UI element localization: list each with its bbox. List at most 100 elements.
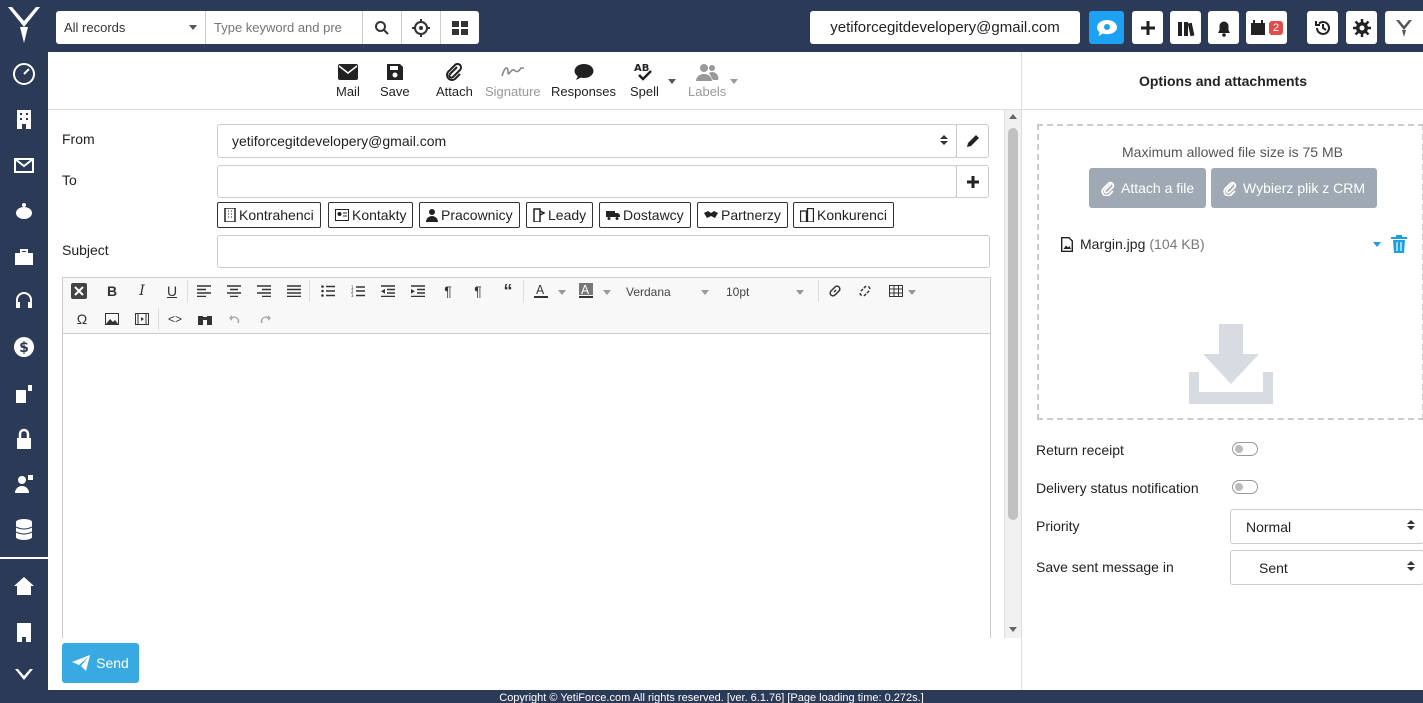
piggy-bank-icon[interactable] [0,191,48,231]
insert-media-button[interactable] [129,308,155,330]
bold-button[interactable]: B [99,280,125,302]
editor-toolbar: B I U 123 ¶ ¶ “ A A Verdana 10pt Ω <> [63,278,990,334]
table-button[interactable] [883,280,909,302]
responses-button[interactable]: Responses [551,60,616,99]
justify-button[interactable] [281,280,307,302]
scrollbar-thumb[interactable] [1008,128,1018,520]
reminders-button[interactable]: 2 [1246,11,1287,44]
save-button[interactable]: Save [380,60,410,99]
search-scope-select[interactable]: All records [56,11,206,44]
related-button-pracownicy[interactable]: Pracownicy [419,202,520,228]
blockquote-button[interactable]: “ [495,280,521,302]
underline-button[interactable]: U [159,280,185,302]
insert-image-button[interactable] [99,308,125,330]
undo-button[interactable] [222,308,248,330]
bullet-list-button[interactable] [315,280,341,302]
choose-crm-file-button[interactable]: Wybierz plik z CRM [1211,168,1377,208]
attach-file-button[interactable]: Attach a file [1089,168,1207,208]
redo-button[interactable] [252,308,278,330]
user-menu-button[interactable] [1385,11,1423,44]
indent-button[interactable] [405,280,431,302]
knowledge-base-button[interactable] [1170,11,1201,44]
database-icon[interactable] [0,509,48,549]
advanced-search-button[interactable] [401,11,440,44]
related-button-konkurenci[interactable]: Konkurenci [793,202,895,228]
return-receipt-toggle[interactable] [1232,442,1258,456]
quick-create-button[interactable] [1132,11,1163,44]
labels-button[interactable]: Labels [688,60,726,99]
notifications-button[interactable] [1208,11,1239,44]
settings-button[interactable] [1346,11,1377,44]
remove-format-button[interactable] [66,280,92,302]
contact-card-icon [335,209,349,221]
background-color-button[interactable]: A [573,280,599,302]
special-char-button[interactable]: Ω [69,308,95,330]
italic-button[interactable]: I [129,280,155,302]
priority-select[interactable]: Normal [1230,509,1423,544]
chat-button[interactable] [1089,11,1124,44]
form-scrollbar[interactable] [1004,110,1021,638]
align-right-button[interactable] [251,280,277,302]
related-button-leady[interactable]: Leady [526,202,594,228]
search-button[interactable] [362,11,401,44]
dashboard-icon[interactable] [0,54,48,94]
align-center-button[interactable] [221,280,247,302]
briefcase-icon[interactable] [0,237,48,277]
file-dropzone[interactable]: Maximum allowed file size is 75 MB Attac… [1037,124,1423,420]
source-code-button[interactable]: <> [162,308,188,330]
building-icon[interactable] [0,99,48,139]
save-sent-select[interactable]: Sent [1230,550,1423,585]
history-button[interactable] [1307,11,1338,44]
user-email-display[interactable]: yetiforcegitdevelopery@gmail.com [810,11,1080,44]
attachment-menu-icon[interactable] [1373,242,1381,247]
related-button-kontakty[interactable]: Kontakty [328,202,414,228]
editor-body[interactable] [63,334,990,638]
scroll-down-icon[interactable] [1009,627,1017,632]
numbered-list-button[interactable]: 123 [345,280,371,302]
find-replace-button[interactable] [192,308,218,330]
building-tools-icon[interactable] [0,373,48,413]
align-center-icon [227,285,241,297]
font-size-select[interactable]: 10pt [720,281,810,303]
ltr-button[interactable]: ¶ [435,280,461,302]
labels-dropdown[interactable] [730,79,738,84]
related-button-partnerzy[interactable]: Partnerzy [697,202,788,228]
chevron-down-icon [558,290,566,295]
search-input[interactable] [206,11,362,44]
headset-icon[interactable] [0,281,48,321]
chat-bubble-icon [1096,19,1117,36]
to-field[interactable] [217,165,957,198]
floppy-disk-icon [386,64,403,80]
subject-input[interactable] [217,235,990,268]
related-button-dostawcy[interactable]: Dostawcy [599,202,691,228]
insert-link-button[interactable] [822,280,848,302]
add-recipient-button[interactable] [956,165,989,198]
yetiforce-logo[interactable] [0,0,48,50]
edit-from-button[interactable] [956,124,989,158]
outdent-button[interactable] [375,280,401,302]
from-select[interactable]: yetiforcegitdevelopery@gmail.com [217,124,957,158]
align-left-button[interactable] [191,280,217,302]
scroll-up-icon[interactable] [1009,114,1017,119]
spell-check-button[interactable]: AB Spell [630,60,659,99]
search-grid-button[interactable] [440,11,479,44]
spell-dropdown[interactable] [668,79,676,84]
text-color-button[interactable]: A [528,280,554,302]
attach-button[interactable]: Attach [436,60,473,99]
mail-stack-icon[interactable] [0,145,48,185]
font-family-select[interactable]: Verdana [620,281,715,303]
home-icon[interactable] [0,566,48,606]
delivery-status-toggle[interactable] [1232,480,1258,494]
lock-icon[interactable] [0,419,48,459]
unlink-button[interactable] [852,280,878,302]
user-settings-icon[interactable] [0,464,48,504]
trash-icon[interactable] [1391,235,1407,253]
mail-button[interactable]: Mail [336,60,360,99]
send-button[interactable]: Send [62,643,139,683]
related-button-kontrahenci[interactable]: Kontrahenci [217,202,321,228]
signature-button[interactable]: Signature [485,60,541,99]
company-icon[interactable] [0,612,48,652]
dollar-icon[interactable]: $ [0,327,48,367]
rtl-button[interactable]: ¶ [465,280,491,302]
chevron-down-icon [796,289,804,295]
